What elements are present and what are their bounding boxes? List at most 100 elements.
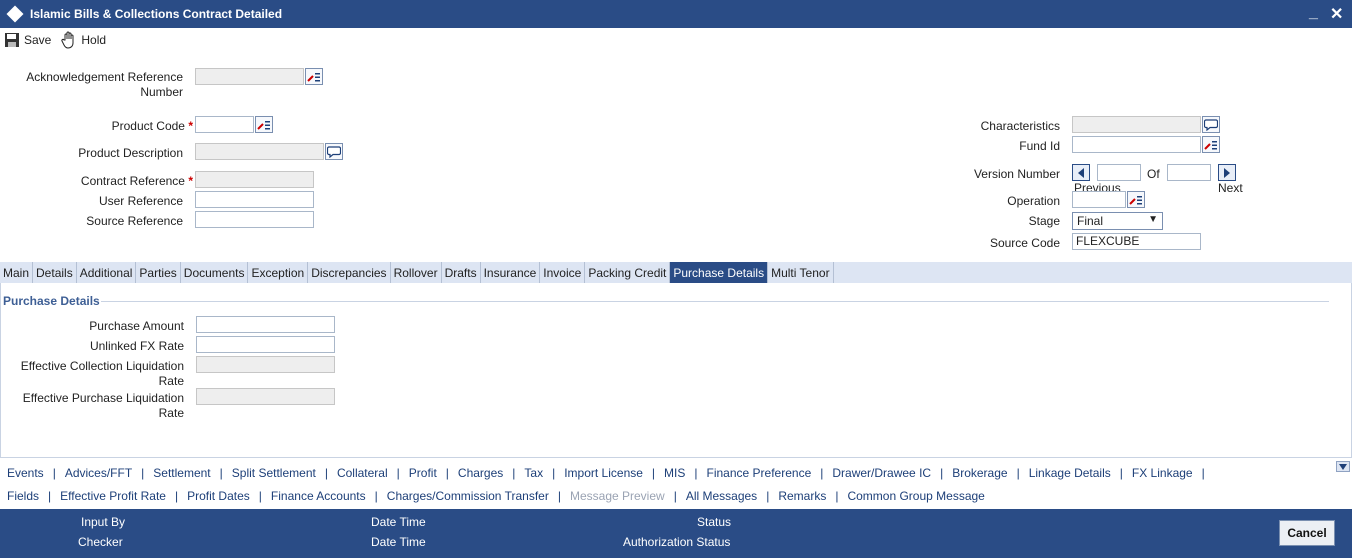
link-profit-dates[interactable]: Profit Dates [187,489,250,503]
purchase-details-section: Purchase Details Purchase Amount Unlinke… [0,283,1352,457]
link-separator: | [174,489,179,503]
ack-ref-lov-button[interactable] [305,68,323,85]
date-time-label-1: Date Time [371,515,426,529]
purchase-amount-input[interactable] [196,316,335,333]
link-separator: | [766,489,770,503]
tab-packing-credit[interactable]: Packing Credit [585,262,671,283]
link-separator: | [673,489,677,503]
next-label: Next [1218,181,1243,195]
tab-exception[interactable]: Exception [248,262,309,283]
product-code-lov-button[interactable] [255,116,273,133]
product-desc-input [195,143,324,160]
characteristics-button[interactable] [1202,116,1220,133]
tab-documents[interactable]: Documents [181,262,249,283]
unlinked-fx-input[interactable] [196,336,335,353]
checker-label: Checker [78,535,123,549]
tab-main[interactable]: Main [0,262,34,283]
link-charges[interactable]: Charges [458,466,503,480]
tab-additional[interactable]: Additional [77,262,137,283]
link-separator: | [940,466,944,480]
tab-insurance[interactable]: Insurance [481,262,541,283]
contract-ref-label: Contract Reference * [80,174,193,188]
source-ref-input[interactable] [195,211,314,228]
save-label: Save [24,33,52,47]
link-tax[interactable]: Tax [524,466,543,480]
scroll-down-button[interactable] [1336,461,1350,472]
link-finance-preference[interactable]: Finance Preference [707,466,812,480]
link-remarks[interactable]: Remarks [778,489,826,503]
link-common-group-message[interactable]: Common Group Message [847,489,984,503]
purchase-amount-label: Purchase Amount [89,319,184,333]
fund-id-lov-button[interactable] [1202,136,1220,153]
link-separator: | [396,466,400,480]
operation-input[interactable] [1072,191,1126,208]
minimize-icon[interactable]: _ [1309,4,1318,22]
status-label: Status [697,515,732,529]
link-fx-linkage[interactable]: FX Linkage [1132,466,1193,480]
section-divider [101,301,1329,302]
link-separator: | [258,489,262,503]
link-events[interactable]: Events [7,466,44,480]
user-ref-label: User Reference [98,194,183,208]
link-mis[interactable]: MIS [664,466,685,480]
link-import-license[interactable]: Import License [564,466,643,480]
date-time-label-2: Date Time [371,535,426,549]
operation-lov-button[interactable] [1127,191,1145,208]
list-of-values-icon [257,120,270,130]
link-linkage-details[interactable]: Linkage Details [1029,466,1111,480]
link-finance-accounts[interactable]: Finance Accounts [271,489,366,503]
eff-coll-liq-label: Effective Collection Liquidation Rate [20,359,184,388]
tab-discrepancies[interactable]: Discrepancies [308,262,391,283]
link-separator: | [552,466,556,480]
app-diamond-icon [6,5,24,23]
link-charges-commission-transfer[interactable]: Charges/Commission Transfer [387,489,549,503]
link-profit[interactable]: Profit [409,466,437,480]
hold-button[interactable]: Hold [61,31,106,49]
triangle-left-icon [1078,167,1084,178]
close-icon[interactable]: ✕ [1330,4,1343,24]
link-brokerage[interactable]: Brokerage [952,466,1007,480]
tab-multi-tenor[interactable]: Multi Tenor [768,262,834,283]
section-title: Purchase Details [3,294,100,308]
previous-version-button[interactable] [1072,164,1090,181]
stage-select[interactable]: Final ▼ [1072,212,1163,230]
version-number-input[interactable] [1097,164,1141,181]
product-code-input[interactable] [195,116,254,133]
dropdown-arrow-icon: ▼ [1148,214,1158,225]
save-button[interactable]: Save [4,32,51,48]
link-separator: | [694,466,698,480]
contract-header-form: Acknowledgement Reference Number Product… [0,52,1352,262]
link-separator: | [651,466,656,480]
product-desc-button[interactable] [325,143,343,160]
tab-drafts[interactable]: Drafts [442,262,481,283]
next-version-button[interactable] [1218,164,1236,181]
user-ref-input[interactable] [195,191,314,208]
link-all-messages[interactable]: All Messages [686,489,757,503]
speech-bubble-icon [327,145,341,158]
cancel-button[interactable]: Cancel [1279,520,1335,546]
triangle-right-icon [1224,167,1230,178]
source-code-input[interactable]: FLEXCUBE [1072,233,1201,250]
link-drawer-drawee-ic[interactable]: Drawer/Drawee IC [832,466,931,480]
link-row-1: Events | Advices/FFT | Settlement | Split Sett… [7,466,1214,480]
hold-label: Hold [81,33,107,47]
link-separator: | [820,466,824,480]
version-total-input [1167,164,1211,181]
tab-purchase-details[interactable]: Purchase Details [670,262,769,283]
characteristics-label: Characteristics [980,119,1060,133]
link-split-settlement[interactable]: Split Settlement [232,466,316,480]
ack-ref-input[interactable] [195,68,304,85]
triangle-down-icon [1339,463,1347,470]
tab-invoice[interactable]: Invoice [540,262,586,283]
link-collateral[interactable]: Collateral [337,466,388,480]
audit-footer: Input By Checker Date Time Date Time Sta… [0,509,1352,558]
link-advices-fft[interactable]: Advices/FFT [65,466,132,480]
tab-parties[interactable]: Parties [136,262,181,283]
tab-details[interactable]: Details [33,262,77,283]
link-effective-profit-rate[interactable]: Effective Profit Rate [60,489,166,503]
version-number-label: Version Number [973,167,1060,181]
link-fields[interactable]: Fields [7,489,39,503]
tab-rollover[interactable]: Rollover [391,262,442,283]
link-settlement[interactable]: Settlement [153,466,210,480]
fund-id-input[interactable] [1072,136,1201,153]
